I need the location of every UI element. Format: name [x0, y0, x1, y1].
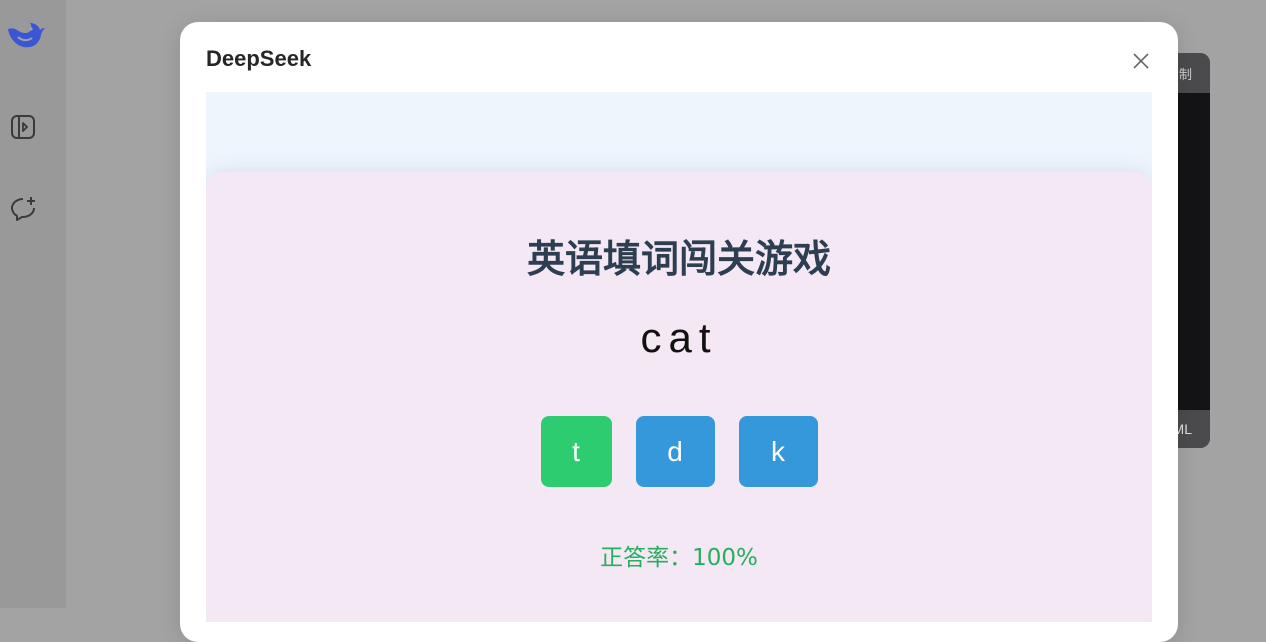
option-buttons: t d k	[206, 416, 1152, 487]
option-button-t[interactable]: t	[540, 416, 612, 487]
accuracy-text: 正答率：100%	[600, 545, 758, 571]
option-button-d[interactable]: d	[635, 416, 715, 487]
close-icon	[1133, 53, 1149, 69]
game-card: 英语填词闯关游戏 cat t d k 正答率：100%	[206, 172, 1152, 622]
sidebar-toggle-icon[interactable]	[8, 112, 38, 142]
preview-modal: DeepSeek 英语填词闯关游戏 cat t d k 正答率：100%	[180, 22, 1178, 642]
deepseek-whale-icon[interactable]	[4, 18, 46, 54]
sidebar	[0, 0, 66, 608]
new-chat-icon[interactable]	[8, 194, 38, 224]
option-button-k[interactable]: k	[738, 416, 818, 487]
game-word: cat	[640, 314, 718, 361]
modal-title: DeepSeek	[206, 46, 312, 71]
game-title: 英语填词闯关游戏	[526, 237, 831, 281]
html-preview-frame: 英语填词闯关游戏 cat t d k 正答率：100%	[206, 92, 1152, 622]
close-button[interactable]	[1130, 50, 1152, 72]
